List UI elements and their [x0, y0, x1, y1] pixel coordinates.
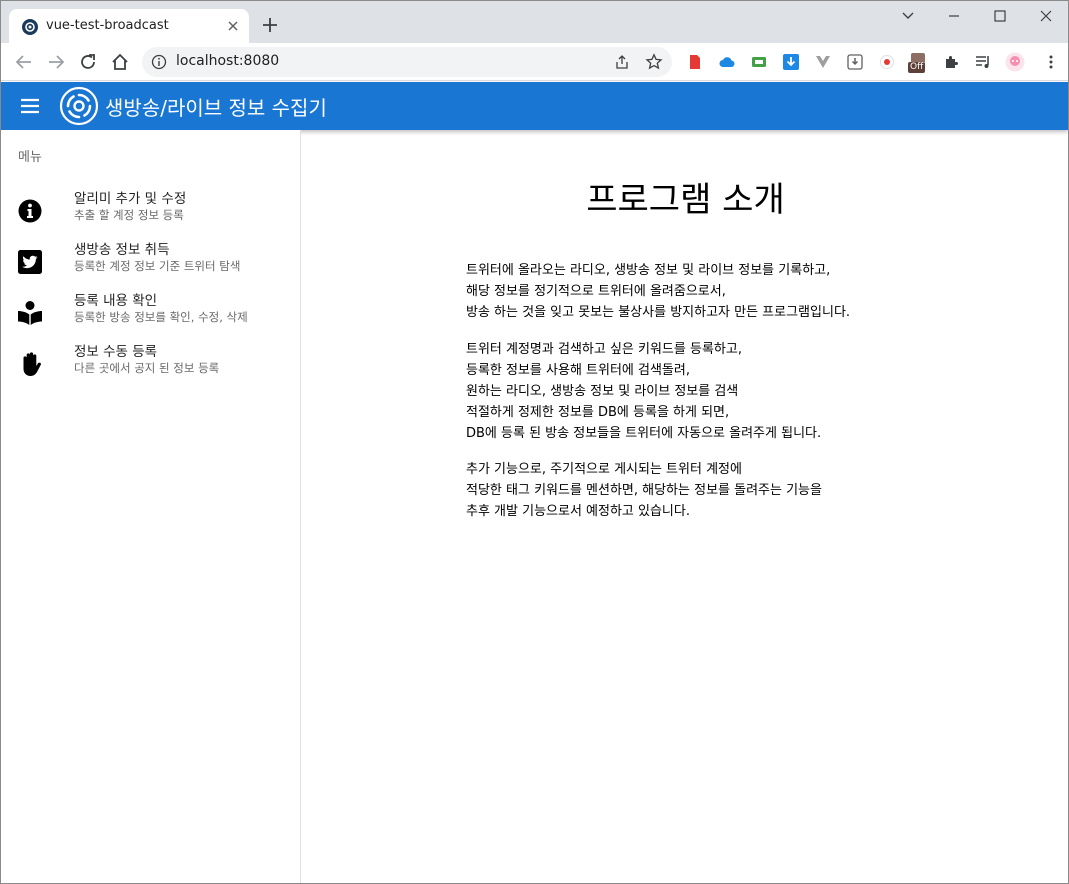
paragraph-line: 방송 하는 것을 잊고 못보는 불상사를 방지하고자 만든 프로그램입니다. — [466, 305, 851, 320]
close-window-icon[interactable] — [1039, 9, 1053, 23]
new-tab-icon[interactable] — [261, 16, 279, 34]
back-arrow-icon[interactable] — [14, 52, 34, 72]
nav-item-subtitle: 다른 곳에서 공지 된 정보 등록 — [74, 361, 220, 375]
paragraph-line: 적절하게 정제한 정보를 DB에 등록을 하게 되면, — [466, 405, 730, 420]
browser-tab[interactable]: vue-test-broadcast — [9, 9, 249, 43]
intro-paragraph-2: 트위터 계정명과 검색하고 싶은 키워드를 등록하고, 등록한 정보를 사용해 … — [466, 339, 1026, 444]
record-extension-icon[interactable] — [879, 54, 895, 70]
nav-item-manual-entry[interactable]: 정보 수동 등록 다른 곳에서 공지 된 정보 등록 — [1, 339, 301, 387]
app-title: 생방송/라이브 정보 수집기 — [105, 96, 327, 120]
paragraph-line: 추후 개발 기능으로서 예정하고 있습니다. — [466, 504, 690, 519]
paragraph-line: 원하는 라디오, 생방송 정보 및 라이브 정보를 검색 — [466, 384, 739, 399]
nav-item-subtitle: 등록한 방송 정보를 확인, 수정, 삭제 — [74, 310, 248, 324]
intro-paragraph-3: 추가 기능으로, 주기적으로 게시되는 트위터 계정에 적당한 태그 키워드를 … — [466, 459, 1026, 522]
drawer-subheader: 메뉴 — [18, 150, 42, 165]
navigation-drawer: 메뉴 알리미 추가 및 수정 추출 할 계정 정보 등록 생방송 정보 취득 등… — [1, 130, 301, 883]
tab-title: vue-test-broadcast — [46, 18, 169, 33]
book-reader-icon — [18, 301, 42, 325]
app-logo-icon — [59, 86, 99, 126]
vue-app-favicon-icon — [22, 19, 38, 35]
nav-item-title: 알리미 추가 및 수정 — [74, 191, 187, 207]
paragraph-line: 트위터에 올라오는 라디오, 생방송 정보 및 라이브 정보를 기록하고, — [466, 263, 831, 278]
browser-toolbar: localhost:8080 Off — [1, 43, 1068, 81]
tab-strip: vue-test-broadcast — [1, 1, 1068, 43]
pdf-extension-icon[interactable] — [687, 54, 703, 70]
extensions-puzzle-icon[interactable] — [943, 54, 959, 70]
paragraph-line: 트위터 계정명과 검색하고 싶은 키워드를 등록하고, — [466, 342, 742, 357]
forward-arrow-icon[interactable] — [46, 52, 66, 72]
browser-window: vue-test-broadcast localhost:8080 Off 생방… — [0, 0, 1069, 884]
paragraph-line: 해당 정보를 정기적으로 트위터에 올려줌으로서, — [466, 284, 726, 299]
main-content: 프로그램 소개 트위터에 올라오는 라디오, 생방송 정보 및 라이브 정보를 … — [302, 130, 1068, 883]
close-tab-icon[interactable] — [225, 18, 241, 34]
tab-search-chevron-icon[interactable] — [901, 9, 915, 23]
site-info-icon[interactable] — [151, 54, 167, 70]
share-icon[interactable] — [614, 54, 630, 70]
cloud-extension-icon[interactable] — [719, 54, 735, 70]
nav-item-notifier-edit[interactable]: 알리미 추가 및 수정 추출 할 계정 정보 등록 — [1, 186, 301, 234]
screen-capture-extension-icon[interactable] — [751, 54, 767, 70]
paragraph-line: 등록한 정보를 사용해 트위터에 검색돌려, — [466, 363, 690, 378]
twitter-icon — [18, 250, 42, 274]
maximize-icon[interactable] — [993, 9, 1007, 23]
nav-item-title: 생방송 정보 취득 — [74, 242, 170, 258]
reload-icon[interactable] — [78, 52, 98, 72]
bookmark-star-icon[interactable] — [645, 53, 663, 71]
nav-item-subtitle: 등록한 계정 정보 기준 트위터 탐색 — [74, 259, 241, 273]
off-badge: Off — [908, 62, 926, 73]
hamburger-menu-icon[interactable] — [20, 96, 40, 116]
home-icon[interactable] — [110, 52, 130, 72]
save-extension-icon[interactable] — [847, 54, 863, 70]
info-circle-icon — [18, 199, 42, 223]
nav-item-title: 등록 내용 확인 — [74, 293, 158, 309]
browser-menu-icon[interactable] — [1043, 54, 1059, 70]
hand-icon — [23, 352, 41, 376]
paragraph-line: DB에 등록 된 방송 정보들을 트위터에 자동으로 올려주게 됩니다. — [466, 426, 822, 441]
media-queue-icon[interactable] — [975, 54, 991, 70]
paragraph-line: 추가 기능으로, 주기적으로 게시되는 트위터 계정에 — [466, 462, 742, 477]
url-text[interactable]: localhost:8080 — [176, 53, 279, 69]
address-bar[interactable]: localhost:8080 — [142, 47, 672, 77]
paragraph-line: 적당한 태그 키워드를 멘션하면, 해당하는 정보를 돌려주는 기능을 — [466, 483, 822, 498]
download-extension-icon[interactable] — [783, 54, 799, 70]
app-bar: 생방송/라이브 정보 수집기 — [1, 82, 1068, 130]
vue-devtools-extension-icon[interactable] — [815, 54, 831, 70]
nav-item-subtitle: 추출 할 계정 정보 등록 — [74, 208, 184, 222]
off-toggle-extension[interactable]: Off — [907, 53, 929, 75]
page-title: 프로그램 소개 — [586, 180, 785, 220]
nav-item-live-fetch[interactable]: 생방송 정보 취득 등록한 계정 정보 기준 트위터 탐색 — [1, 237, 301, 285]
profile-avatar-icon[interactable] — [1005, 52, 1025, 72]
nav-item-title: 정보 수동 등록 — [74, 344, 158, 360]
intro-paragraph-1: 트위터에 올라오는 라디오, 생방송 정보 및 라이브 정보를 기록하고, 해당… — [466, 260, 1026, 323]
nav-item-review[interactable]: 등록 내용 확인 등록한 방송 정보를 확인, 수정, 삭제 — [1, 288, 301, 336]
minimize-icon[interactable] — [947, 9, 961, 23]
